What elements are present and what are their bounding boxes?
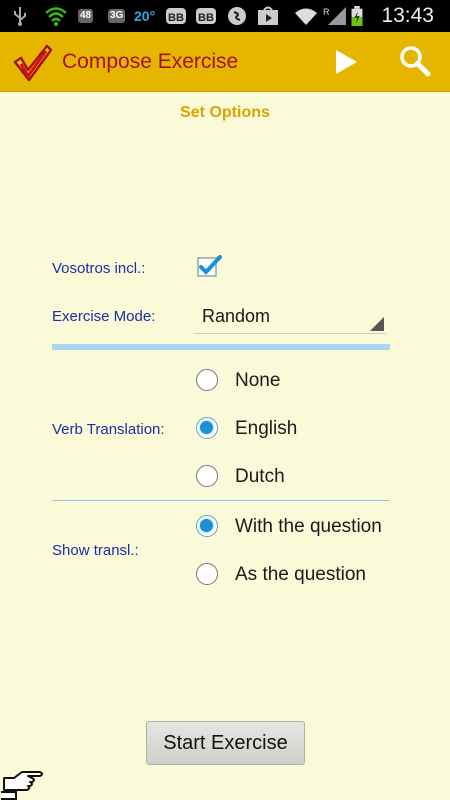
radio-verb-none[interactable] xyxy=(196,369,218,391)
radio-verb-none-label[interactable]: None xyxy=(235,370,280,392)
radio-show-with-question-label[interactable]: With the question xyxy=(235,516,382,538)
sms-count: 48 xyxy=(78,9,94,23)
sms-icon: 48 xyxy=(78,6,94,26)
show-translation-label: Show transl.: xyxy=(52,542,139,559)
dropdown-arrow-icon xyxy=(370,317,384,331)
radio-verb-english-label[interactable]: English xyxy=(235,418,297,440)
divider xyxy=(52,344,390,350)
weather-icon: 20° xyxy=(134,6,155,26)
radio-show-as-question[interactable] xyxy=(196,563,218,585)
radio-show-with-question[interactable] xyxy=(196,515,218,537)
screen-title: Compose Exercise xyxy=(62,50,239,73)
exercise-mode-value: Random xyxy=(202,306,271,326)
svg-text:BB: BB xyxy=(198,12,214,24)
play-store-icon xyxy=(258,6,278,25)
status-bar: 48 3G 20° BB BB R 13:43 xyxy=(0,0,450,32)
pointing-hand-icon[interactable] xyxy=(0,766,46,800)
wifi-icon xyxy=(45,7,67,26)
battery-icon xyxy=(351,6,363,26)
action-bar: Compose Exercise xyxy=(0,32,450,92)
radio-verb-dutch[interactable] xyxy=(196,465,218,487)
vosotros-checkbox[interactable] xyxy=(196,254,222,278)
usb-icon xyxy=(14,7,26,26)
radio-verb-english[interactable] xyxy=(196,417,218,439)
app-logo-check-icon[interactable] xyxy=(12,44,52,82)
network-icon: 3G xyxy=(108,6,126,26)
radio-show-as-question-label[interactable]: As the question xyxy=(235,564,366,586)
no-sim-icon: R xyxy=(323,7,346,25)
divider xyxy=(52,500,390,501)
network-type: 3G xyxy=(108,9,126,23)
play-icon[interactable] xyxy=(330,46,362,78)
vosotros-label: Vosotros incl.: xyxy=(52,260,146,277)
radio-verb-dutch-label[interactable]: Dutch xyxy=(235,466,285,488)
search-icon[interactable] xyxy=(398,44,432,78)
svg-text:R: R xyxy=(323,7,330,17)
temperature: 20° xyxy=(134,8,156,24)
exercise-mode-label: Exercise Mode: xyxy=(52,308,156,325)
bbm-icon: BB xyxy=(166,8,186,24)
bbm-icon: BB xyxy=(196,8,216,24)
clock: 13:43 xyxy=(381,4,434,27)
verb-translation-label: Verb Translation: xyxy=(52,421,165,438)
start-exercise-button[interactable]: Start Exercise xyxy=(146,721,305,765)
shazam-icon xyxy=(228,7,246,25)
wifi-signal-icon xyxy=(295,8,317,25)
section-title: Set Options xyxy=(180,104,270,121)
exercise-mode-spinner[interactable]: Random xyxy=(194,302,386,334)
svg-text:BB: BB xyxy=(168,12,184,24)
